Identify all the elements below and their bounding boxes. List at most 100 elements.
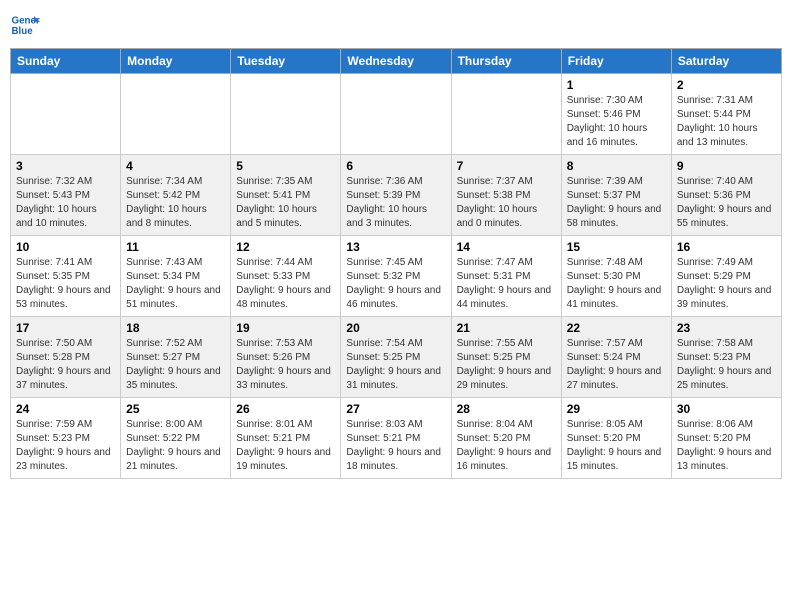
day-info: Sunrise: 7:49 AM Sunset: 5:29 PM Dayligh… <box>677 256 776 312</box>
day-of-week-header: Thursday <box>451 49 561 74</box>
calendar-cell: 9 Sunrise: 7:40 AM Sunset: 5:36 PM Daylig… <box>671 155 781 236</box>
day-number: 13 <box>346 240 445 254</box>
day-of-week-header: Monday <box>121 49 231 74</box>
day-number: 11 <box>126 240 225 254</box>
day-number: 19 <box>236 321 335 335</box>
day-number: 24 <box>16 402 115 416</box>
day-number: 8 <box>567 159 666 173</box>
day-of-week-header: Saturday <box>671 49 781 74</box>
calendar-cell: 27 Sunrise: 8:03 AM Sunset: 5:21 PM Dayli… <box>341 398 451 479</box>
calendar-cell: 28 Sunrise: 8:04 AM Sunset: 5:20 PM Dayli… <box>451 398 561 479</box>
day-info: Sunrise: 7:34 AM Sunset: 5:42 PM Dayligh… <box>126 175 225 231</box>
day-number: 4 <box>126 159 225 173</box>
day-info: Sunrise: 7:44 AM Sunset: 5:33 PM Dayligh… <box>236 256 335 312</box>
day-number: 7 <box>457 159 556 173</box>
day-number: 25 <box>126 402 225 416</box>
day-number: 29 <box>567 402 666 416</box>
day-number: 27 <box>346 402 445 416</box>
day-info: Sunrise: 7:35 AM Sunset: 5:41 PM Dayligh… <box>236 175 335 231</box>
day-number: 17 <box>16 321 115 335</box>
day-info: Sunrise: 7:47 AM Sunset: 5:31 PM Dayligh… <box>457 256 556 312</box>
day-number: 22 <box>567 321 666 335</box>
calendar-cell: 2 Sunrise: 7:31 AM Sunset: 5:44 PM Daylig… <box>671 74 781 155</box>
calendar-cell: 11 Sunrise: 7:43 AM Sunset: 5:34 PM Dayli… <box>121 236 231 317</box>
day-info: Sunrise: 7:45 AM Sunset: 5:32 PM Dayligh… <box>346 256 445 312</box>
day-info: Sunrise: 7:32 AM Sunset: 5:43 PM Dayligh… <box>16 175 115 231</box>
day-info: Sunrise: 7:48 AM Sunset: 5:30 PM Dayligh… <box>567 256 666 312</box>
calendar-cell: 22 Sunrise: 7:57 AM Sunset: 5:24 PM Dayli… <box>561 317 671 398</box>
day-info: Sunrise: 7:41 AM Sunset: 5:35 PM Dayligh… <box>16 256 115 312</box>
day-info: Sunrise: 7:37 AM Sunset: 5:38 PM Dayligh… <box>457 175 556 231</box>
calendar-cell: 8 Sunrise: 7:39 AM Sunset: 5:37 PM Daylig… <box>561 155 671 236</box>
calendar-cell <box>11 74 121 155</box>
day-info: Sunrise: 7:31 AM Sunset: 5:44 PM Dayligh… <box>677 94 776 150</box>
day-number: 5 <box>236 159 335 173</box>
calendar-cell: 17 Sunrise: 7:50 AM Sunset: 5:28 PM Dayli… <box>11 317 121 398</box>
calendar-cell <box>231 74 341 155</box>
day-number: 18 <box>126 321 225 335</box>
calendar-cell: 20 Sunrise: 7:54 AM Sunset: 5:25 PM Dayli… <box>341 317 451 398</box>
calendar-cell: 10 Sunrise: 7:41 AM Sunset: 5:35 PM Dayli… <box>11 236 121 317</box>
calendar-cell: 13 Sunrise: 7:45 AM Sunset: 5:32 PM Dayli… <box>341 236 451 317</box>
calendar-cell: 12 Sunrise: 7:44 AM Sunset: 5:33 PM Dayli… <box>231 236 341 317</box>
day-number: 2 <box>677 78 776 92</box>
day-info: Sunrise: 7:59 AM Sunset: 5:23 PM Dayligh… <box>16 418 115 474</box>
day-number: 6 <box>346 159 445 173</box>
page-header: General Blue <box>10 10 782 40</box>
day-info: Sunrise: 7:57 AM Sunset: 5:24 PM Dayligh… <box>567 337 666 393</box>
calendar-cell: 6 Sunrise: 7:36 AM Sunset: 5:39 PM Daylig… <box>341 155 451 236</box>
calendar-cell: 16 Sunrise: 7:49 AM Sunset: 5:29 PM Dayli… <box>671 236 781 317</box>
day-number: 3 <box>16 159 115 173</box>
day-info: Sunrise: 8:00 AM Sunset: 5:22 PM Dayligh… <box>126 418 225 474</box>
logo: General Blue <box>10 10 40 40</box>
day-number: 9 <box>677 159 776 173</box>
day-number: 26 <box>236 402 335 416</box>
day-info: Sunrise: 8:04 AM Sunset: 5:20 PM Dayligh… <box>457 418 556 474</box>
day-info: Sunrise: 7:52 AM Sunset: 5:27 PM Dayligh… <box>126 337 225 393</box>
day-number: 28 <box>457 402 556 416</box>
svg-text:Blue: Blue <box>12 26 34 37</box>
day-info: Sunrise: 7:39 AM Sunset: 5:37 PM Dayligh… <box>567 175 666 231</box>
day-info: Sunrise: 7:50 AM Sunset: 5:28 PM Dayligh… <box>16 337 115 393</box>
day-of-week-header: Wednesday <box>341 49 451 74</box>
day-number: 14 <box>457 240 556 254</box>
day-number: 15 <box>567 240 666 254</box>
calendar-cell: 15 Sunrise: 7:48 AM Sunset: 5:30 PM Dayli… <box>561 236 671 317</box>
calendar-cell: 4 Sunrise: 7:34 AM Sunset: 5:42 PM Daylig… <box>121 155 231 236</box>
day-number: 21 <box>457 321 556 335</box>
calendar-cell <box>121 74 231 155</box>
calendar-cell: 25 Sunrise: 8:00 AM Sunset: 5:22 PM Dayli… <box>121 398 231 479</box>
day-info: Sunrise: 8:06 AM Sunset: 5:20 PM Dayligh… <box>677 418 776 474</box>
day-info: Sunrise: 7:53 AM Sunset: 5:26 PM Dayligh… <box>236 337 335 393</box>
day-of-week-header: Sunday <box>11 49 121 74</box>
logo-icon: General Blue <box>10 10 40 40</box>
calendar-cell: 21 Sunrise: 7:55 AM Sunset: 5:25 PM Dayli… <box>451 317 561 398</box>
calendar-cell: 26 Sunrise: 8:01 AM Sunset: 5:21 PM Dayli… <box>231 398 341 479</box>
day-info: Sunrise: 8:03 AM Sunset: 5:21 PM Dayligh… <box>346 418 445 474</box>
day-of-week-header: Tuesday <box>231 49 341 74</box>
day-info: Sunrise: 7:40 AM Sunset: 5:36 PM Dayligh… <box>677 175 776 231</box>
day-info: Sunrise: 7:43 AM Sunset: 5:34 PM Dayligh… <box>126 256 225 312</box>
calendar-cell: 30 Sunrise: 8:06 AM Sunset: 5:20 PM Dayli… <box>671 398 781 479</box>
calendar-cell: 7 Sunrise: 7:37 AM Sunset: 5:38 PM Daylig… <box>451 155 561 236</box>
day-number: 12 <box>236 240 335 254</box>
day-number: 30 <box>677 402 776 416</box>
calendar-cell: 3 Sunrise: 7:32 AM Sunset: 5:43 PM Daylig… <box>11 155 121 236</box>
calendar-cell <box>451 74 561 155</box>
day-number: 23 <box>677 321 776 335</box>
calendar-cell: 19 Sunrise: 7:53 AM Sunset: 5:26 PM Dayli… <box>231 317 341 398</box>
day-info: Sunrise: 7:54 AM Sunset: 5:25 PM Dayligh… <box>346 337 445 393</box>
day-info: Sunrise: 7:36 AM Sunset: 5:39 PM Dayligh… <box>346 175 445 231</box>
calendar-cell: 5 Sunrise: 7:35 AM Sunset: 5:41 PM Daylig… <box>231 155 341 236</box>
calendar: SundayMondayTuesdayWednesdayThursdayFrid… <box>10 48 782 479</box>
day-of-week-header: Friday <box>561 49 671 74</box>
day-info: Sunrise: 7:30 AM Sunset: 5:46 PM Dayligh… <box>567 94 666 150</box>
day-number: 10 <box>16 240 115 254</box>
day-number: 16 <box>677 240 776 254</box>
calendar-cell: 23 Sunrise: 7:58 AM Sunset: 5:23 PM Dayli… <box>671 317 781 398</box>
day-info: Sunrise: 8:01 AM Sunset: 5:21 PM Dayligh… <box>236 418 335 474</box>
day-number: 20 <box>346 321 445 335</box>
day-info: Sunrise: 7:55 AM Sunset: 5:25 PM Dayligh… <box>457 337 556 393</box>
day-info: Sunrise: 7:58 AM Sunset: 5:23 PM Dayligh… <box>677 337 776 393</box>
day-number: 1 <box>567 78 666 92</box>
